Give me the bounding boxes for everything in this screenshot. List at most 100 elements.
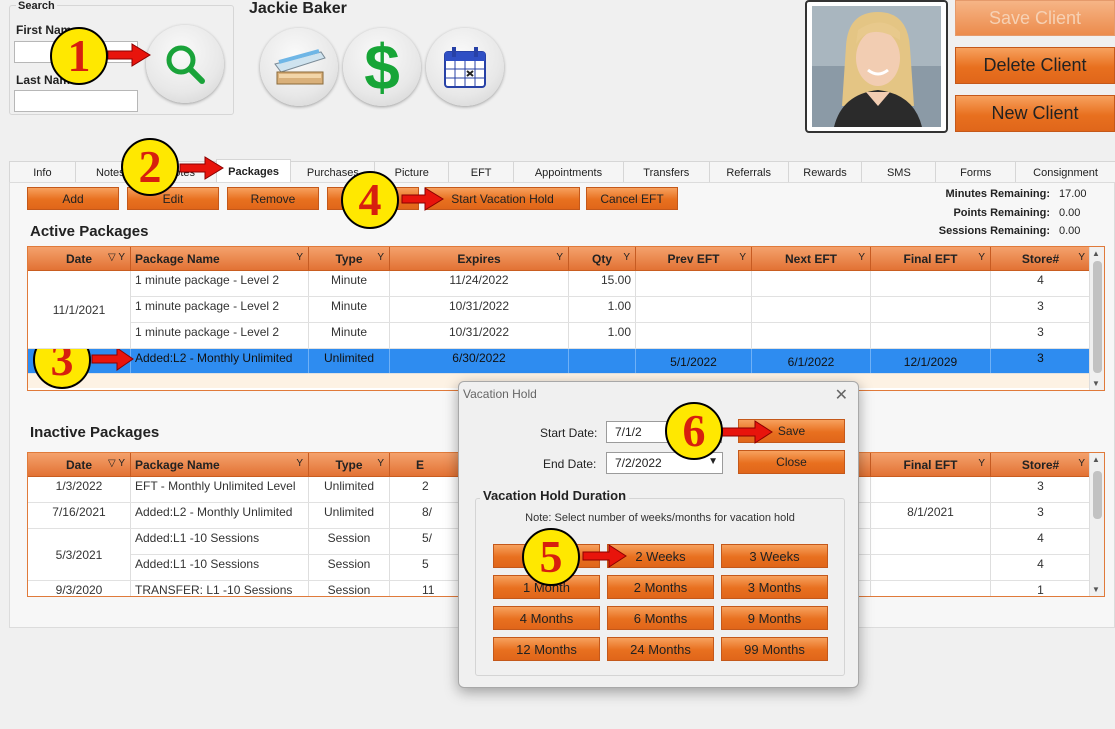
duration-12-months[interactable]: 12 Months bbox=[493, 637, 600, 661]
col-package-name[interactable]: Package Name Y bbox=[131, 453, 309, 476]
search-button[interactable] bbox=[146, 25, 224, 103]
calendar-button[interactable] bbox=[426, 28, 504, 106]
cancel-eft-button[interactable]: Cancel EFT bbox=[586, 187, 678, 210]
scroll-thumb[interactable] bbox=[1093, 471, 1102, 519]
col-expires[interactable]: Expires Y bbox=[390, 247, 569, 270]
col-type[interactable]: Type Y bbox=[309, 453, 390, 476]
col-date[interactable]: Date ▽ Y bbox=[28, 453, 131, 476]
save-button[interactable]: Save bbox=[738, 419, 845, 443]
table-row[interactable]: 1 minute package - Level 2 Minute 11/24/… bbox=[28, 271, 1104, 297]
tab-sms[interactable]: SMS bbox=[861, 161, 937, 183]
remove-package-button[interactable]: Remove bbox=[227, 187, 319, 210]
col-prev-eft[interactable]: Prev EFT Y bbox=[636, 247, 752, 270]
client-photo bbox=[812, 6, 941, 127]
sort-filter-icon[interactable]: ▽ Y bbox=[108, 458, 125, 469]
filter-icon[interactable]: Y bbox=[377, 252, 384, 263]
col-next-eft[interactable]: Next EFT Y bbox=[752, 247, 871, 270]
filter-icon[interactable]: Y bbox=[858, 252, 865, 263]
duration-99-months[interactable]: 99 Months bbox=[721, 637, 828, 661]
duration-9-months[interactable]: 9 Months bbox=[721, 606, 828, 630]
col-type-label: Type bbox=[335, 251, 363, 266]
tab-referrals[interactable]: Referrals bbox=[708, 161, 789, 183]
inactive-grid-scrollbar[interactable]: ▲ ▼ bbox=[1089, 453, 1104, 596]
duration-3-months[interactable]: 3 Months bbox=[721, 575, 828, 599]
filter-icon[interactable]: Y bbox=[1078, 458, 1085, 469]
payment-button[interactable]: $ bbox=[343, 28, 421, 106]
package-name-cell: 1 minute package - Level 2 bbox=[131, 323, 309, 348]
col-final-eft[interactable]: Final EFT Y bbox=[871, 453, 991, 476]
prev-eft-cell bbox=[636, 323, 752, 348]
store-cell: 3 bbox=[991, 503, 1091, 528]
duration-2-weeks[interactable]: 2 Weeks bbox=[607, 544, 714, 568]
tab-consignment[interactable]: Consignment bbox=[1015, 161, 1115, 183]
table-row[interactable]: 1 minute package - Level 2 Minute 10/31/… bbox=[28, 297, 1104, 323]
chevron-down-icon[interactable]: ▼ bbox=[708, 456, 718, 467]
tab-info[interactable]: Info bbox=[9, 161, 76, 183]
points-value: 0.00 bbox=[1059, 207, 1081, 219]
search-legend: Search bbox=[16, 0, 57, 12]
scroll-down-icon[interactable]: ▼ bbox=[1092, 585, 1100, 594]
new-client-button[interactable]: New Client bbox=[955, 95, 1115, 132]
tab-transfers[interactable]: Transfers bbox=[622, 161, 710, 183]
client-photo-frame[interactable] bbox=[805, 0, 948, 133]
duration-6-months[interactable]: 6 Months bbox=[607, 606, 714, 630]
col-store-label: Store# bbox=[1021, 457, 1060, 472]
final-eft-cell bbox=[871, 297, 991, 322]
delete-client-button[interactable]: Delete Client bbox=[955, 47, 1115, 84]
tab-packages[interactable]: Packages bbox=[215, 159, 292, 183]
package-name-cell: EFT - Monthly Unlimited Level bbox=[131, 477, 309, 502]
filter-icon[interactable]: Y bbox=[623, 252, 630, 263]
col-date[interactable]: Date ▽ Y bbox=[28, 247, 131, 270]
scroll-up-icon[interactable]: ▲ bbox=[1092, 455, 1100, 464]
filter-icon[interactable]: Y bbox=[377, 458, 384, 469]
active-grid-scrollbar[interactable]: ▲ ▼ bbox=[1089, 247, 1104, 390]
final-eft-cell: 8/1/2021 bbox=[871, 503, 991, 528]
tab-forms[interactable]: Forms bbox=[935, 161, 1017, 183]
col-store[interactable]: Store# Y bbox=[991, 453, 1091, 476]
duration-24-months[interactable]: 24 Months bbox=[607, 637, 714, 661]
prev-eft-cell bbox=[636, 271, 752, 296]
table-row-selected[interactable]: Added:L2 - Monthly Unlimited Unlimited 6… bbox=[28, 349, 1104, 374]
final-eft-cell bbox=[871, 477, 991, 502]
filter-icon[interactable]: Y bbox=[296, 458, 303, 469]
filter-icon[interactable]: Y bbox=[556, 252, 563, 263]
table-row[interactable]: 1 minute package - Level 2 Minute 10/31/… bbox=[28, 323, 1104, 349]
filter-icon[interactable]: Y bbox=[296, 252, 303, 263]
scroll-thumb[interactable] bbox=[1093, 261, 1102, 373]
grid-date-cell[interactable]: 5/3/2021 bbox=[28, 529, 131, 581]
col-package-name[interactable]: Package Name Y bbox=[131, 247, 309, 270]
start-vacation-hold-button[interactable]: Start Vacation Hold bbox=[425, 187, 580, 210]
close-icon[interactable]: ✕ bbox=[835, 385, 848, 405]
close-button[interactable]: Close bbox=[738, 450, 845, 474]
grid-date-cell[interactable]: 11/1/2021 bbox=[28, 271, 131, 349]
callout-5: 5 bbox=[522, 528, 580, 586]
save-client-button[interactable]: Save Client bbox=[955, 0, 1115, 36]
filter-icon[interactable]: Y bbox=[978, 458, 985, 469]
add-package-button[interactable]: Add bbox=[27, 187, 119, 210]
store-cell: 3 bbox=[991, 349, 1091, 373]
final-eft-cell bbox=[871, 323, 991, 348]
final-eft-cell: 12/1/2029 bbox=[871, 349, 991, 373]
col-final-eft[interactable]: Final EFT Y bbox=[871, 247, 991, 270]
tab-rewards[interactable]: Rewards bbox=[787, 161, 863, 183]
col-type[interactable]: Type Y bbox=[309, 247, 390, 270]
last-name-input[interactable] bbox=[14, 90, 138, 112]
type-cell: Unlimited bbox=[309, 477, 390, 502]
type-cell: Unlimited bbox=[309, 503, 390, 528]
duration-2-months[interactable]: 2 Months bbox=[607, 575, 714, 599]
filter-icon[interactable]: Y bbox=[978, 252, 985, 263]
end-date-label: End Date: bbox=[543, 457, 597, 471]
tab-eft[interactable]: EFT bbox=[448, 161, 515, 183]
tanning-bed-button[interactable] bbox=[260, 28, 338, 106]
tab-appointments[interactable]: Appointments bbox=[513, 161, 624, 183]
filter-icon[interactable]: Y bbox=[1078, 252, 1085, 263]
col-store[interactable]: Store# Y bbox=[991, 247, 1091, 270]
scroll-up-icon[interactable]: ▲ bbox=[1092, 249, 1100, 258]
sort-filter-icon[interactable]: ▽ Y bbox=[108, 252, 125, 263]
col-qty[interactable]: Qty Y bbox=[569, 247, 636, 270]
duration-4-months[interactable]: 4 Months bbox=[493, 606, 600, 630]
filter-icon[interactable]: Y bbox=[739, 252, 746, 263]
duration-3-weeks[interactable]: 3 Weeks bbox=[721, 544, 828, 568]
sessions-label: Sessions Remaining: bbox=[938, 225, 1050, 237]
scroll-down-icon[interactable]: ▼ bbox=[1092, 379, 1100, 388]
